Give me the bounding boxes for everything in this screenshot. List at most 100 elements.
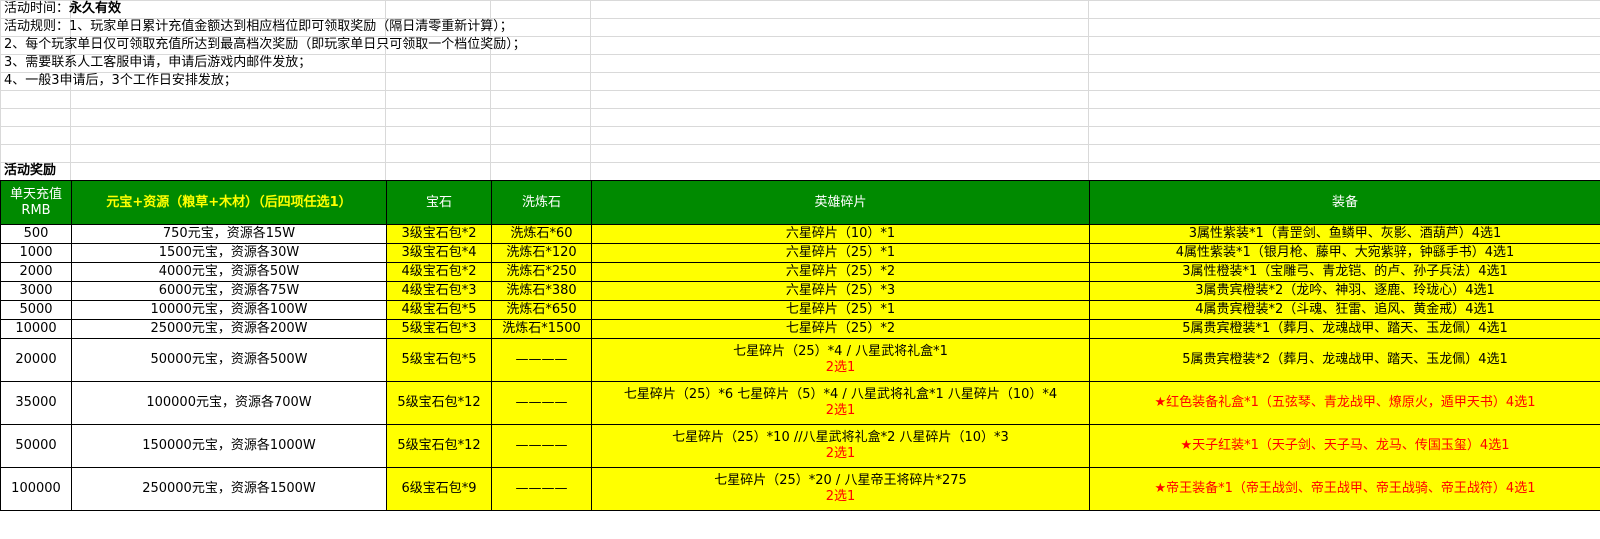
cell-gem[interactable]: 5级宝石包*12 (386, 424, 492, 468)
cell-hero[interactable]: 六星碎片（25）*1 (591, 243, 1090, 263)
cell-equip[interactable]: 3属性橙装*1（宝雕弓、青龙铠、的卢、孙子兵法）4选1 (1089, 262, 1600, 282)
grid-column-line (1088, 0, 1089, 180)
cell-refine[interactable]: ———— (491, 424, 592, 468)
rule-2: 2、每个玩家单日仅可领取充值所达到最高档次奖励（即玩家单日只可领取一个档位奖励）… (4, 37, 526, 52)
cell-refine[interactable]: 洗炼石*650 (491, 300, 592, 320)
cell-rmb[interactable]: 50000 (0, 424, 72, 468)
table-row: 5000 10000元宝，资源各100W 4级宝石包*5 洗炼石*650 七星碎… (0, 300, 1600, 320)
activity-time: 活动时间：永久有效 (4, 0, 121, 18)
cell-refine[interactable]: ———— (491, 338, 592, 382)
header-refine[interactable]: 洗炼石 (491, 180, 592, 225)
header-currency[interactable]: 元宝+资源（粮草+木材）（后四项任选1） (71, 180, 387, 225)
table-row: 500 750元宝，资源各15W 3级宝石包*2 洗炼石*60 六星碎片（10）… (0, 224, 1600, 244)
cell-equip[interactable]: 5属贵宾橙装*2（葬月、龙魂战甲、踏天、玉龙佩）4选1 (1089, 338, 1600, 382)
cell-currency[interactable]: 250000元宝，资源各1500W (71, 467, 387, 511)
cell-equip[interactable]: ★天子红装*1（天子剑、天子马、龙马、传国玉玺）4选1 (1089, 424, 1600, 468)
hero-option-text: 七星碎片（25）*10 //八星武将礼盒*2 八星碎片（10）*3 (672, 430, 1009, 445)
cell-gem[interactable]: 5级宝石包*3 (386, 319, 492, 339)
cell-rmb[interactable]: 35000 (0, 381, 72, 425)
equip-text: 红色装备礼盒*1（五弦琴、青龙战甲、燎原火，遁甲天书）4选1 (1166, 395, 1536, 410)
grid-column-line (590, 0, 591, 180)
cell-gem[interactable]: 5级宝石包*12 (386, 381, 492, 425)
hero-choice-note: 2选1 (825, 489, 856, 504)
cell-equip[interactable]: 3属性紫装*1（青罡剑、鱼鳞甲、灰影、酒葫芦）4选1 (1089, 224, 1600, 244)
rule-3: 3、需要联系人工客服申请，申请后游戏内邮件发放； (4, 55, 312, 70)
cell-rmb[interactable]: 1000 (0, 243, 72, 263)
table-row: 35000 100000元宝，资源各700W 5级宝石包*12 ———— 七星碎… (0, 381, 1600, 425)
cell-refine[interactable]: 洗炼石*120 (491, 243, 592, 263)
header-rmb[interactable]: 单天充值 RMB (0, 180, 72, 225)
star-icon: ★ (1180, 438, 1193, 453)
cell-gem[interactable]: 6级宝石包*9 (386, 467, 492, 511)
cell-equip[interactable]: ★红色装备礼盒*1（五弦琴、青龙战甲、燎原火，遁甲天书）4选1 (1089, 381, 1600, 425)
cell-refine[interactable]: ———— (491, 381, 592, 425)
header-gem[interactable]: 宝石 (386, 180, 492, 225)
cell-refine[interactable]: 洗炼石*60 (491, 224, 592, 244)
cell-currency[interactable]: 6000元宝，资源各75W (71, 281, 387, 301)
header-rmb-line2: RMB (21, 202, 51, 218)
hero-option-text: 七星碎片（25）*20 / 八星帝王将碎片*275 (714, 473, 967, 488)
cell-hero[interactable]: 六星碎片（25）*3 (591, 281, 1090, 301)
cell-hero[interactable]: 六星碎片（25）*2 (591, 262, 1090, 282)
cell-currency[interactable]: 100000元宝，资源各700W (71, 381, 387, 425)
table-row: 50000 150000元宝，资源各1000W 5级宝石包*12 ———— 七星… (0, 424, 1600, 468)
cell-hero[interactable]: 七星碎片（25）*4 / 八星武将礼盒*1 2选1 (591, 338, 1090, 382)
cell-rmb[interactable]: 3000 (0, 281, 72, 301)
cell-equip[interactable]: ★帝王装备*1（帝王战剑、帝王战甲、帝王战骑、帝王战符）4选1 (1089, 467, 1600, 511)
hero-choice-note: 2选1 (825, 446, 856, 461)
cell-rmb[interactable]: 20000 (0, 338, 72, 382)
cell-gem[interactable]: 3级宝石包*2 (386, 224, 492, 244)
cell-rmb[interactable]: 5000 (0, 300, 72, 320)
cell-gem[interactable]: 5级宝石包*5 (386, 338, 492, 382)
cell-gem[interactable]: 4级宝石包*3 (386, 281, 492, 301)
section-title: 活动奖励 (4, 163, 57, 178)
cell-refine[interactable]: 洗炼石*250 (491, 262, 592, 282)
table-row: 1000 1500元宝，资源各30W 3级宝石包*4 洗炼石*120 六星碎片（… (0, 243, 1600, 263)
cell-hero[interactable]: 七星碎片（25）*10 //八星武将礼盒*2 八星碎片（10）*3 2选1 (591, 424, 1090, 468)
table-row: 10000 25000元宝，资源各200W 5级宝石包*3 洗炼石*1500 七… (0, 319, 1600, 339)
table-row: 20000 50000元宝，资源各500W 5级宝石包*5 ———— 七星碎片（… (0, 338, 1600, 382)
cell-hero[interactable]: 六星碎片（10）*1 (591, 224, 1090, 244)
star-icon: ★ (1154, 395, 1167, 410)
cell-equip[interactable]: 4属性紫装*1（银月枪、藤甲、大宛紫骍，钟繇手书）4选1 (1089, 243, 1600, 263)
cell-rmb[interactable]: 100000 (0, 467, 72, 511)
header-hero[interactable]: 英雄碎片 (591, 180, 1090, 225)
cell-equip[interactable]: 4属贵宾橙装*2（斗魂、狂雷、追风、黄金戒）4选1 (1089, 300, 1600, 320)
cell-gem[interactable]: 4级宝石包*5 (386, 300, 492, 320)
cell-refine[interactable]: 洗炼石*1500 (491, 319, 592, 339)
cell-hero[interactable]: 七星碎片（25）*6 七星碎片（5）*4 / 八星武将礼盒*1 八星碎片（10）… (591, 381, 1090, 425)
activity-time-label: 活动时间： (4, 1, 70, 16)
star-icon: ★ (1154, 481, 1167, 496)
cell-currency[interactable]: 50000元宝，资源各500W (71, 338, 387, 382)
cell-refine[interactable]: ———— (491, 467, 592, 511)
cell-rmb[interactable]: 10000 (0, 319, 72, 339)
cell-rmb[interactable]: 500 (0, 224, 72, 244)
hero-option-text: 七星碎片（25）*4 / 八星武将礼盒*1 (733, 344, 948, 359)
cell-hero[interactable]: 七星碎片（25）*2 (591, 319, 1090, 339)
cell-refine[interactable]: 洗炼石*380 (491, 281, 592, 301)
equip-text: 帝王装备*1（帝王战剑、帝王战甲、帝王战骑、帝王战符）4选1 (1166, 481, 1536, 496)
rule-1: 活动规则：1、玩家单日累计充值金额达到相应档位即可领取奖励（隔日清零重新计算）； (4, 19, 513, 34)
cell-currency[interactable]: 4000元宝，资源各50W (71, 262, 387, 282)
hero-choice-note: 2选1 (825, 360, 856, 375)
hero-option-text: 七星碎片（25）*6 七星碎片（5）*4 / 八星武将礼盒*1 八星碎片（10）… (623, 387, 1058, 402)
cell-equip[interactable]: 3属贵宾橙装*2（龙吟、神羽、逐鹿、玲珑心）4选1 (1089, 281, 1600, 301)
rewards-table: 单天充值 RMB 元宝+资源（粮草+木材）（后四项任选1） 宝石 洗炼石 英雄碎… (0, 180, 1600, 511)
header-equip[interactable]: 装备 (1089, 180, 1600, 225)
table-row: 3000 6000元宝，资源各75W 4级宝石包*3 洗炼石*380 六星碎片（… (0, 281, 1600, 301)
table-header-row: 单天充值 RMB 元宝+资源（粮草+木材）（后四项任选1） 宝石 洗炼石 英雄碎… (0, 180, 1600, 225)
cell-currency[interactable]: 10000元宝，资源各100W (71, 300, 387, 320)
cell-currency[interactable]: 25000元宝，资源各200W (71, 319, 387, 339)
cell-equip[interactable]: 5属贵宾橙装*1（葬月、龙魂战甲、踏天、玉龙佩）4选1 (1089, 319, 1600, 339)
cell-rmb[interactable]: 2000 (0, 262, 72, 282)
activity-time-value: 永久有效 (69, 1, 122, 16)
header-rmb-line1: 单天充值 (9, 186, 62, 202)
cell-currency[interactable]: 1500元宝，资源各30W (71, 243, 387, 263)
cell-gem[interactable]: 4级宝石包*2 (386, 262, 492, 282)
table-row: 2000 4000元宝，资源各50W 4级宝石包*2 洗炼石*250 六星碎片（… (0, 262, 1600, 282)
cell-gem[interactable]: 3级宝石包*4 (386, 243, 492, 263)
cell-currency[interactable]: 750元宝，资源各15W (71, 224, 387, 244)
cell-hero[interactable]: 七星碎片（25）*1 (591, 300, 1090, 320)
cell-hero[interactable]: 七星碎片（25）*20 / 八星帝王将碎片*275 2选1 (591, 467, 1090, 511)
cell-currency[interactable]: 150000元宝，资源各1000W (71, 424, 387, 468)
